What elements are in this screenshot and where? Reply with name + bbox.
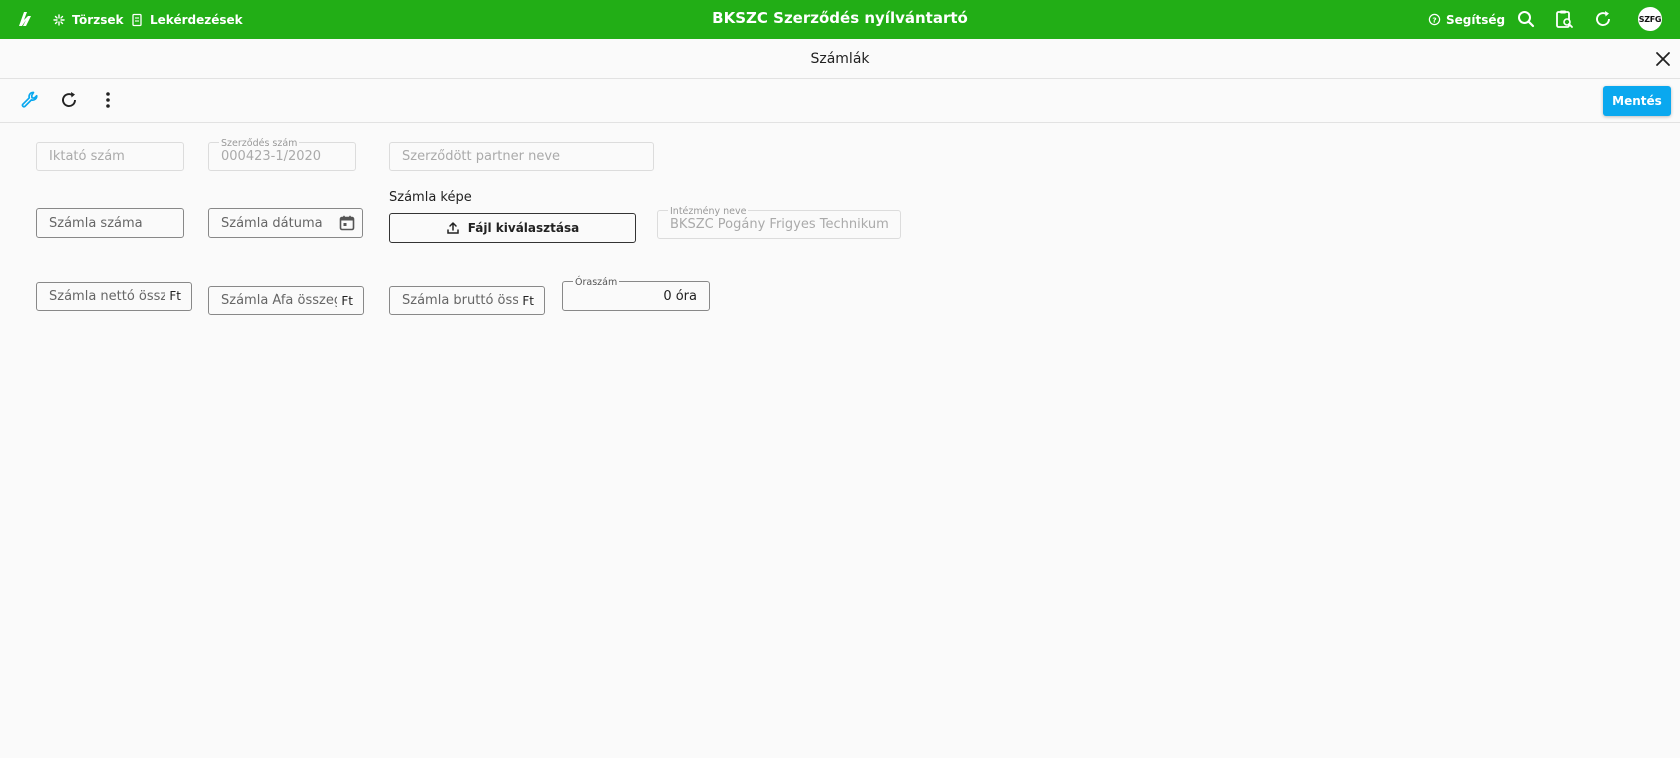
- afa-osszeg-input[interactable]: [209, 287, 363, 314]
- brutto-osszeg-input[interactable]: [390, 287, 544, 314]
- partner-neve-input: [390, 143, 653, 170]
- calendar-icon[interactable]: [338, 214, 356, 232]
- szamla-datuma-field[interactable]: [208, 208, 363, 238]
- nav-torzsek[interactable]: Törzsek: [52, 0, 123, 39]
- upload-icon: [447, 222, 459, 234]
- wrench-icon[interactable]: [19, 89, 41, 111]
- szamla-kepe-label: Számla képe: [389, 190, 472, 205]
- help-label: Segítség: [1446, 12, 1506, 27]
- netto-osszeg-input[interactable]: [37, 283, 191, 310]
- szamla-szama-input[interactable]: [37, 209, 183, 237]
- app-logo-icon[interactable]: [16, 9, 36, 29]
- nav-lekerdezesek-label: Lekérdezések: [150, 12, 243, 27]
- file-select-label: Fájl kiválasztása: [467, 221, 580, 235]
- afa-currency-suffix: Ft: [341, 293, 353, 308]
- szerzodes-szam-field: Szerződés szám: [208, 139, 356, 171]
- iktato-szam-input: [37, 143, 183, 170]
- netto-osszeg-field[interactable]: Ft: [36, 282, 192, 311]
- nav-lekerdezesek[interactable]: Lekérdezések: [130, 0, 243, 39]
- help-button[interactable]: ? Segítség: [1428, 0, 1505, 39]
- oraszam-field[interactable]: Óraszám: [562, 278, 710, 311]
- szerzodes-szam-input: [209, 143, 355, 170]
- page-title: Számlák: [810, 51, 870, 67]
- document-icon: [132, 13, 142, 26]
- brutto-osszeg-field[interactable]: Ft: [389, 286, 545, 315]
- brutto-currency-suffix: Ft: [522, 293, 534, 308]
- svg-text:?: ?: [1432, 15, 1436, 24]
- sparkle-icon: [53, 13, 65, 26]
- szamla-szama-field[interactable]: [36, 208, 184, 238]
- nav-torzsek-label: Törzsek: [72, 12, 124, 27]
- top-app-bar: Törzsek Lekérdezések BKSZC Szerződés nyí…: [0, 0, 1680, 39]
- intezmeny-neve-input: [658, 211, 900, 238]
- iktato-szam-field: [36, 142, 184, 171]
- form-toolbar: Mentés: [0, 79, 1680, 123]
- afa-osszeg-field[interactable]: Ft: [208, 286, 364, 315]
- clipboard-search-icon[interactable]: [1553, 8, 1575, 30]
- save-button[interactable]: Mentés: [1603, 86, 1671, 116]
- user-avatar[interactable]: SZFG: [1638, 7, 1662, 31]
- page-header: Számlák: [0, 39, 1680, 79]
- reload-icon[interactable]: [58, 89, 80, 111]
- netto-currency-suffix: Ft: [169, 289, 181, 303]
- refresh-icon[interactable]: [1592, 8, 1614, 30]
- partner-neve-field: [389, 142, 654, 171]
- oraszam-input[interactable]: [563, 282, 709, 310]
- help-icon: ?: [1428, 13, 1441, 26]
- intezmeny-neve-field: Intézmény neve: [657, 207, 901, 239]
- search-icon[interactable]: [1515, 8, 1537, 30]
- close-icon[interactable]: [1652, 48, 1674, 70]
- more-vert-icon[interactable]: [97, 89, 119, 111]
- file-select-button[interactable]: Fájl kiválasztása: [389, 213, 636, 243]
